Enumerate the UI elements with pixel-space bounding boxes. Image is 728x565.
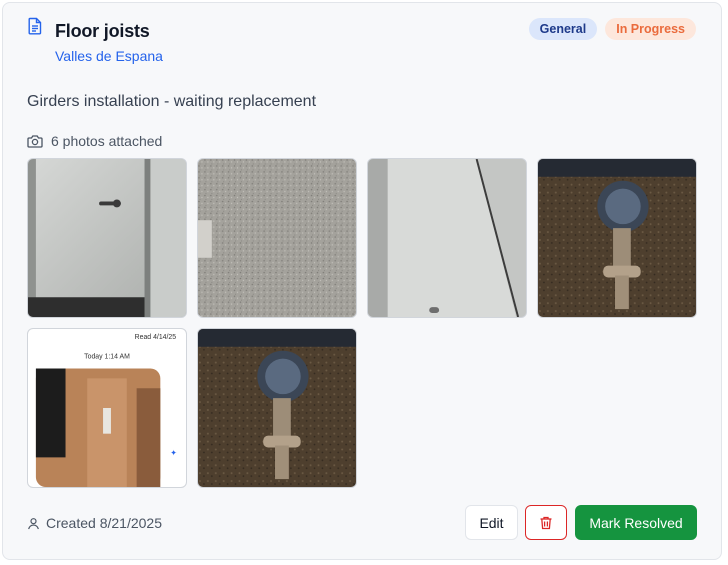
edit-button[interactable]: Edit (465, 505, 518, 540)
document-icon (27, 17, 43, 35)
status-badge: In Progress (605, 18, 696, 40)
issue-description: Girders installation - waiting replaceme… (27, 93, 317, 110)
photo-thumbnail[interactable] (197, 328, 357, 488)
mark-resolved-button[interactable]: Mark Resolved (575, 505, 697, 540)
category-badge: General (528, 18, 598, 40)
photo-thumbnail[interactable] (27, 158, 187, 318)
photo-thumbnail[interactable] (537, 158, 697, 318)
photos-count: 6 photos attached (27, 133, 162, 149)
photo-thumbnail[interactable]: Read 4/14/25 Today 1:14 AM ✦ (27, 328, 187, 488)
trash-icon (540, 516, 552, 529)
camera-icon (27, 135, 43, 148)
door-frame-photo (368, 159, 526, 317)
water-meter-photo (198, 329, 356, 487)
water-meter-photo (538, 159, 696, 317)
created-info: Created 8/21/2025 (27, 515, 162, 531)
screenshot-read-date: Read 4/14/25 (135, 334, 177, 341)
issue-title: Floor joists (55, 21, 150, 41)
user-icon (28, 517, 39, 529)
photo-thumbnail[interactable] (197, 158, 357, 318)
door-handle-photo (28, 159, 186, 317)
badge-group: General In Progress (528, 18, 696, 40)
created-date: Created 8/21/2025 (46, 515, 162, 531)
photo-thumbnail[interactable] (367, 158, 527, 318)
screenshot-time: Today 1:14 AM (84, 354, 130, 361)
photos-count-label: 6 photos attached (51, 133, 163, 149)
svg-text:✦: ✦ (170, 448, 177, 457)
wall-texture-photo (198, 159, 356, 317)
delete-button[interactable] (525, 505, 567, 540)
phone-screenshot-photo: Read 4/14/25 Today 1:14 AM ✦ (28, 329, 186, 487)
location-link[interactable]: Valles de Espana (55, 48, 163, 64)
issue-card: Floor joists Valles de Espana General In… (2, 2, 722, 560)
